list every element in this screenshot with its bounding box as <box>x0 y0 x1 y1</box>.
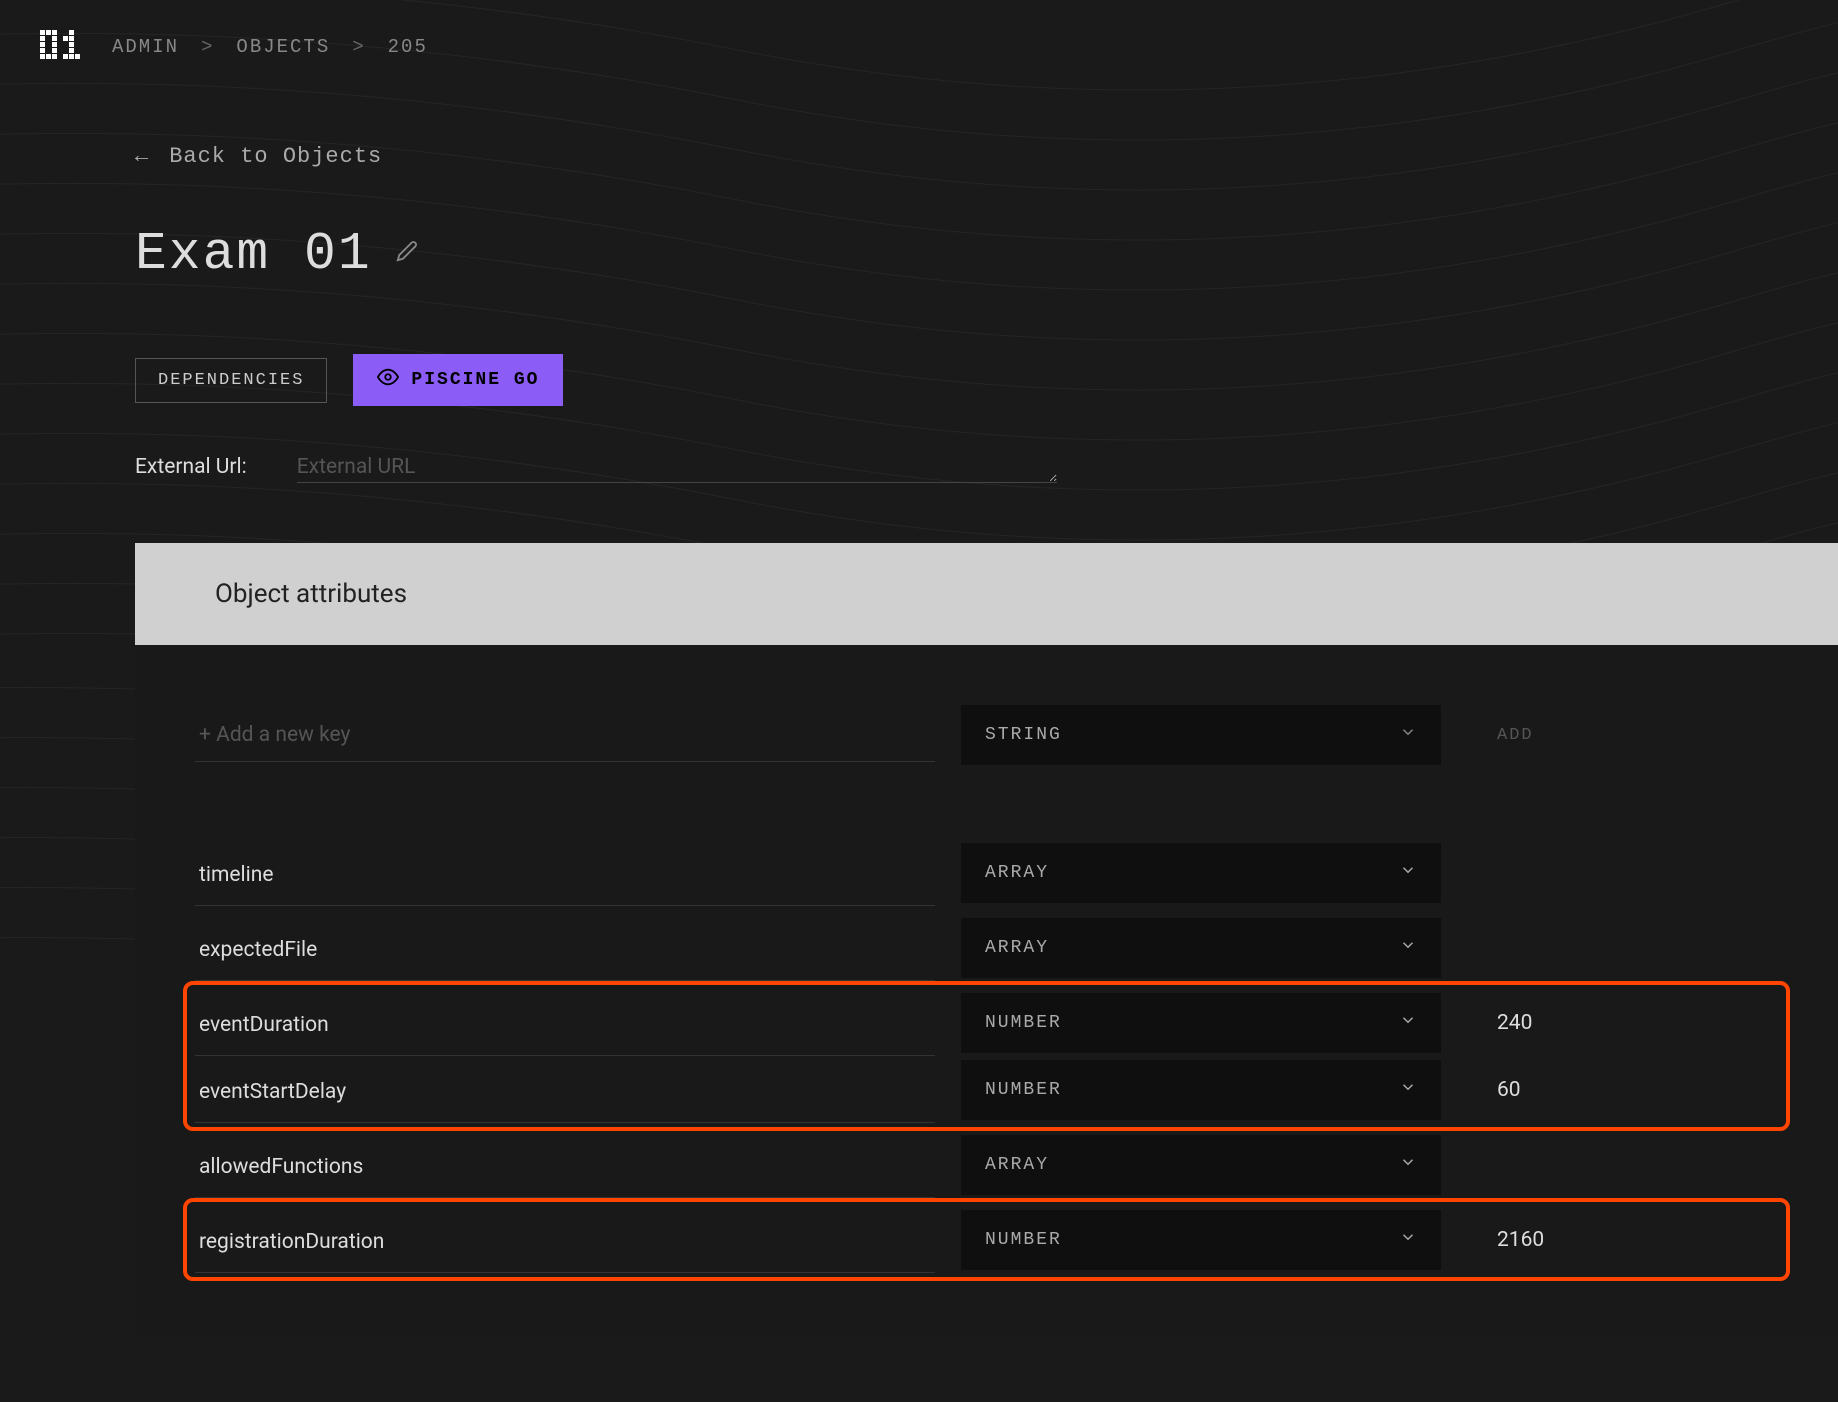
attribute-key[interactable]: expectedFile <box>195 914 935 981</box>
attribute-type-select[interactable]: ARRAY <box>961 918 1441 978</box>
attribute-list: timeline ARRAY expectedFile ARRAY eventDurat… <box>195 835 1778 1277</box>
chevron-down-icon <box>1399 723 1417 747</box>
chevron-down-icon <box>1399 861 1417 885</box>
add-button[interactable]: ADD <box>1497 726 1534 745</box>
external-url-label: External Url: <box>135 451 247 479</box>
logo[interactable] <box>40 30 82 64</box>
attribute-row: expectedFile ARRAY <box>195 914 1778 981</box>
highlighted-group: eventDuration NUMBER 240 eventStartDelay NUM… <box>187 985 1786 1127</box>
breadcrumb-admin[interactable]: ADMIN <box>112 36 179 58</box>
highlighted-group: registrationDuration NUMBER 2160 <box>187 1202 1786 1277</box>
attributes-panel: STRING ADD timeline ARRAY expectedFile ARRA… <box>135 645 1838 1337</box>
attribute-value[interactable]: 60 <box>1467 1078 1567 1102</box>
chevron-down-icon <box>1399 1228 1417 1252</box>
arrow-left-icon: ← <box>135 144 149 169</box>
attribute-type-select[interactable]: NUMBER <box>961 993 1441 1053</box>
attribute-key[interactable]: allowedFunctions <box>195 1131 935 1198</box>
attribute-key[interactable]: timeline <box>195 839 935 906</box>
add-key-input[interactable] <box>195 709 935 762</box>
attribute-type-select[interactable]: ARRAY <box>961 843 1441 903</box>
attribute-type-select[interactable]: NUMBER <box>961 1210 1441 1270</box>
pencil-icon[interactable] <box>396 240 418 268</box>
external-url-input[interactable] <box>297 451 1057 483</box>
back-link-label: Back to Objects <box>169 144 382 169</box>
attribute-type-value: ARRAY <box>985 938 1049 958</box>
back-link[interactable]: ← Back to Objects <box>135 144 382 169</box>
topbar: ADMIN > OBJECTS > 205 <box>0 0 1838 94</box>
attribute-row: eventStartDelay NUMBER 60 <box>195 1056 1778 1123</box>
piscine-go-label: PISCINE GO <box>411 370 539 390</box>
eye-icon <box>377 366 399 394</box>
section-header: Object attributes <box>135 543 1838 645</box>
attribute-row-wrap: timeline ARRAY <box>195 835 1778 910</box>
chevron-down-icon <box>1399 1153 1417 1177</box>
chevron-down-icon <box>1399 1078 1417 1102</box>
attribute-type-value: NUMBER <box>985 1080 1062 1100</box>
attribute-type-select[interactable]: NUMBER <box>961 1060 1441 1120</box>
attribute-row: allowedFunctions ARRAY <box>195 1131 1778 1198</box>
attribute-row-wrap: expectedFile ARRAY <box>195 910 1778 985</box>
breadcrumb-sep: > <box>352 36 365 58</box>
attribute-type-value: ARRAY <box>985 863 1049 883</box>
breadcrumb-sep: > <box>201 36 214 58</box>
page-title: Exam 01 <box>135 224 372 284</box>
add-key-type-select[interactable]: STRING <box>961 705 1441 765</box>
attribute-key[interactable]: eventDuration <box>195 989 935 1056</box>
attribute-row: eventDuration NUMBER 240 <box>195 989 1778 1056</box>
attribute-type-select[interactable]: ARRAY <box>961 1135 1441 1195</box>
attribute-row-wrap: allowedFunctions ARRAY <box>195 1127 1778 1202</box>
dependencies-button[interactable]: DEPENDENCIES <box>135 358 327 403</box>
breadcrumb: ADMIN > OBJECTS > 205 <box>112 36 428 58</box>
logo-icon <box>40 30 82 64</box>
attribute-type-value: NUMBER <box>985 1013 1062 1033</box>
attribute-type-value: NUMBER <box>985 1230 1062 1250</box>
breadcrumb-objects[interactable]: OBJECTS <box>236 36 330 58</box>
attribute-key[interactable]: registrationDuration <box>195 1206 935 1273</box>
breadcrumb-id[interactable]: 205 <box>388 36 428 58</box>
attribute-key[interactable]: eventStartDelay <box>195 1056 935 1123</box>
piscine-go-button[interactable]: PISCINE GO <box>353 354 563 406</box>
chevron-down-icon <box>1399 1011 1417 1035</box>
add-key-type-value: STRING <box>985 725 1062 745</box>
attribute-row: registrationDuration NUMBER 2160 <box>195 1206 1778 1273</box>
attribute-row: timeline ARRAY <box>195 839 1778 906</box>
chevron-down-icon <box>1399 936 1417 960</box>
attribute-value[interactable]: 2160 <box>1467 1228 1567 1252</box>
attribute-type-value: ARRAY <box>985 1155 1049 1175</box>
attribute-value[interactable]: 240 <box>1467 1011 1567 1035</box>
